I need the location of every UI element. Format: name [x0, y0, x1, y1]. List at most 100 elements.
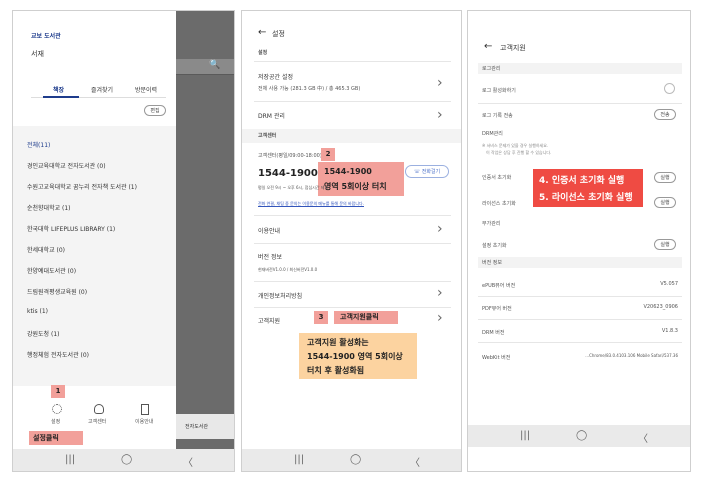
list-item[interactable]: 한양예대도서관 (0) — [27, 266, 76, 275]
divider — [254, 307, 451, 308]
drm-row[interactable]: DRM 관리 › — [242, 103, 461, 127]
settings-nav-label: 설정 — [51, 419, 61, 425]
list-item[interactable]: 수원고교육대학교 꿈누리 전자책 도서관 (1) — [27, 182, 137, 191]
home-button[interactable]: ◯ — [576, 430, 587, 441]
recents-button[interactable]: ||| — [294, 454, 304, 465]
recents-button[interactable]: ||| — [520, 430, 530, 441]
chevron-right-icon: › — [437, 75, 443, 91]
section-drm: DRM관리 — [482, 131, 503, 137]
library-subtitle: 서재 — [31, 50, 44, 58]
step-3-label: 고객지원클릭 — [334, 311, 398, 324]
drm-title: DRM 관리 — [258, 113, 285, 120]
tab-bookshelf[interactable]: 책장 — [53, 85, 64, 94]
step-2-callout: 1544-1900 영역 5회이상 터치 — [318, 162, 404, 196]
license-reset-button[interactable]: 실행 — [654, 197, 676, 208]
log-enable-toggle[interactable] — [664, 83, 675, 94]
tab-active-indicator — [43, 96, 79, 98]
step-3-marker: 3 — [314, 311, 328, 324]
privacy-row[interactable]: 개인정보처리방침 › — [242, 283, 461, 307]
section-version: 버전 정보 — [482, 260, 502, 266]
overlay-label: 전자도서관 — [185, 424, 209, 430]
usage-title: 이용안내 — [258, 228, 281, 235]
back-arrow-icon[interactable]: ← — [484, 41, 492, 52]
back-button[interactable]: 〈 — [183, 454, 193, 469]
recents-button[interactable]: ||| — [65, 454, 75, 465]
drawer: 교보 도서관 서재 책장 즐겨찾기 방문이력 편집 전체(11) 경인교육대학교… — [13, 11, 176, 451]
cs-link[interactable]: 전화 연결, 채팅 중 문의는 이용문의 메뉴를 통해 문의 바랍니다. — [258, 201, 364, 207]
divider — [254, 61, 451, 62]
section-settings: 설정 — [258, 50, 268, 56]
support-nav-button[interactable]: 고객센터 — [83, 403, 117, 429]
system-nav-bar: ||| ◯ 〈 — [13, 449, 234, 471]
phone-number[interactable]: 1544-1900 — [258, 168, 318, 179]
section-band — [478, 63, 682, 74]
section-band — [478, 257, 682, 268]
list-item[interactable]: 한세대학교 (0) — [27, 245, 65, 254]
note-line2: 1544-1900 영역 5회이상 — [307, 352, 403, 361]
list-item[interactable]: 한국대학 LIFEPLUS LIBRARY (1) — [27, 224, 115, 233]
list-item[interactable]: 드림원격평생교육원 (0) — [27, 287, 87, 296]
page-title: 고객지원 — [500, 44, 526, 52]
usage-row[interactable]: 이용안내 › — [242, 217, 461, 241]
step-5-text: 5. 라이선스 초기화 실행 — [539, 193, 633, 203]
webkit-version-value: ...Chrome/83.0.4103.106 Mobile Safari/53… — [585, 353, 678, 358]
back-button[interactable]: 〈 — [638, 430, 648, 445]
note-line1: 고객지원 활성화는 — [307, 338, 369, 347]
settings-reset-label: 설정 초기화 — [482, 243, 507, 249]
divider — [254, 281, 451, 282]
cs-desc: 평일 오전 9시 ~ 오후 6시, 점심시간 제외 — [258, 185, 329, 190]
system-nav-bar: ||| ◯ 〈 — [468, 425, 690, 447]
list-item[interactable]: 경인교육대학교 전자도서관 (0) — [27, 161, 106, 170]
dim-overlay[interactable] — [176, 11, 234, 451]
home-button[interactable]: ◯ — [121, 454, 132, 465]
chevron-right-icon: › — [437, 310, 443, 326]
drm-note-1: ※ 서비스 문제가 있을 경우 실행하세요. — [482, 143, 549, 148]
list-item[interactable]: 순천향대학교 (1) — [27, 203, 71, 212]
back-arrow-icon[interactable]: ← — [258, 27, 266, 38]
section-log: 로그관리 — [482, 66, 501, 72]
divider — [254, 215, 451, 216]
list-item[interactable]: 행정체험 전자도서관 (0) — [27, 350, 89, 359]
support-title: 고객지원 — [258, 318, 281, 325]
drm-note-2: 이 작업은 상담 후 진행 할 수 있습니다. — [486, 150, 552, 155]
log-enable-label: 로그 활성화하기 — [482, 88, 516, 94]
support-nav-label: 고객센터 — [88, 419, 107, 425]
pdf-version-value: V20623_0906 — [643, 304, 678, 310]
epub-version-value: V5.057 — [660, 281, 678, 287]
step-2-callout-line2: 영역 5회이상 터치 — [324, 182, 387, 191]
cs-label: 고객센터(평일/09:00-18:00) — [258, 153, 322, 159]
version-title: 버전 정보 — [258, 254, 282, 261]
log-send-label: 로그 기록 전송 — [482, 113, 513, 119]
version-desc: 현재버전V1.0.0 / 최신버전V1.0.0 — [258, 267, 318, 272]
call-button[interactable]: ☏ 전화걸기 — [405, 165, 449, 178]
call-button-label: 전화걸기 — [421, 169, 441, 175]
phone-icon: ☏ — [413, 169, 422, 175]
license-reset-label: 라이선스 초기화 — [482, 201, 516, 207]
drm-version-value: V1.8.3 — [661, 328, 678, 334]
chevron-right-icon: › — [437, 285, 443, 301]
pdf-version-label: PDF뷰어 버전 — [482, 306, 512, 312]
list-item[interactable]: 강원도청 (1) — [27, 329, 60, 338]
cert-reset-button[interactable]: 실행 — [654, 172, 676, 183]
settings-reset-button[interactable]: 실행 — [654, 239, 676, 250]
document-icon — [141, 404, 149, 415]
settings-nav-button[interactable]: 설정 — [43, 403, 71, 429]
back-button[interactable]: 〈 — [410, 454, 420, 469]
storage-settings-row[interactable]: 저장공간 설정 전체 사용 가능 (281.3 GB 中) / 총 465.3 … — [242, 63, 461, 101]
tab-favorites[interactable]: 즐겨찾기 — [91, 85, 113, 94]
step-1-marker: 1 — [51, 385, 65, 398]
list-item[interactable]: 전체(11) — [27, 140, 50, 149]
edit-button[interactable]: 편집 — [144, 105, 166, 116]
epub-version-label: ePUB뷰어 버전 — [482, 283, 516, 289]
divider — [478, 103, 682, 104]
search-bar-behind — [176, 59, 234, 75]
page-title: 설정 — [272, 30, 285, 38]
list-item[interactable]: ktis (1) — [27, 308, 48, 315]
home-button[interactable]: ◯ — [350, 454, 361, 465]
divider — [478, 319, 682, 320]
tab-history[interactable]: 방문이력 — [135, 85, 157, 94]
log-send-button[interactable]: 전송 — [654, 109, 676, 120]
step-1-label: 설정클릭 — [29, 431, 83, 445]
divider — [254, 243, 451, 244]
guide-nav-button[interactable]: 이용안내 — [129, 403, 163, 429]
